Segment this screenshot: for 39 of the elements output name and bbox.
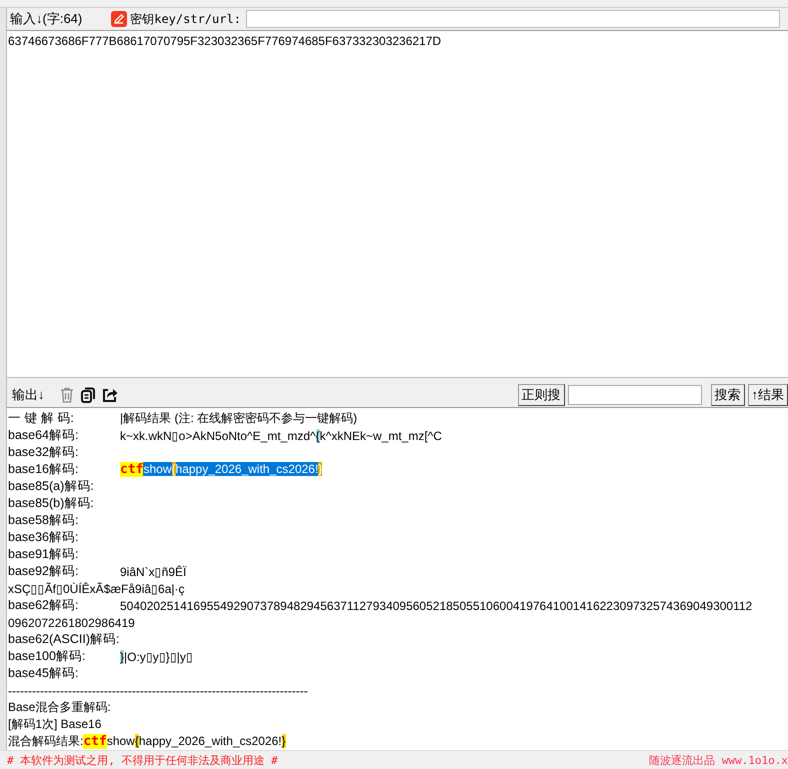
decoded-value: k~xk.wkN▯o>AkN5oNto^E_mt_mzd^{k^xkNEk~w_mt_mz[^C — [120, 428, 442, 442]
decoder-label: base32解码: — [8, 444, 80, 461]
decoder-label: base62(ASCII)解码: — [8, 631, 120, 648]
decoder-label: base64解码: — [8, 427, 80, 444]
input-text[interactable]: 63746673686F777B68617070795F323032365F776974685F637332303236217D — [8, 34, 442, 48]
search-field[interactable] — [568, 385, 702, 405]
regex-search-button[interactable]: 正则搜 — [518, 384, 564, 406]
decoder-label: base100解码: — [8, 648, 86, 665]
decoded-value: 9iâN`x▯ñ9ÊÏ — [120, 564, 186, 578]
result-button[interactable]: ↑结果 — [748, 384, 788, 406]
copy-icon[interactable] — [80, 387, 94, 403]
output-text: Base混合多重解码: — [8, 699, 111, 716]
key-field[interactable] — [246, 10, 780, 28]
output-text: 0962072261802986419 — [8, 616, 135, 630]
trash-icon[interactable] — [60, 387, 74, 403]
decoded-value: |解码结果 (注: 在线解密密码不参与一键解码) — [120, 410, 358, 427]
decoded-value: }|O:y▯y▯}▯|y▯ — [120, 650, 193, 664]
decoder-label: base85(b)解码: — [8, 495, 95, 512]
key-label: 密钥key/str/url: — [130, 10, 241, 28]
decoder-label: 一 键 解 码: — [8, 410, 75, 427]
output-text: xSÇ▯▯Ãf▯0ÙÍÊxÃ$æFå9iâ▯6a|·ç — [8, 582, 185, 596]
decoder-label: base92解码: — [8, 563, 80, 580]
decoder-label: base85(a)解码: — [8, 478, 95, 495]
credit-text: 随波逐流出品 www.1o1o.x — [649, 752, 788, 768]
decoder-label: base62解码: — [8, 597, 80, 614]
disclaimer-text: # 本软件为测试之用, 不得用于任何非法及商业用途 # — [7, 752, 278, 768]
decoder-label: base45解码: — [8, 665, 80, 682]
decoder-label: base36解码: — [8, 529, 80, 546]
decoder-label: base58解码: — [8, 512, 80, 529]
decoded-value: 50402025141695549290737894829456371127934095605218505510600419764100141622309732574369049300112 — [120, 598, 752, 612]
pencil-icon[interactable] — [111, 11, 128, 27]
output-text: [解码1次] Base16 — [8, 716, 102, 733]
decoder-label: base16解码: — [8, 461, 80, 478]
input-label: 输入↓(字:64) — [10, 10, 82, 28]
output-text: --------------------------------------------------------------------------- — [8, 684, 308, 698]
output-label: 输出↓ — [12, 386, 44, 404]
search-button[interactable]: 搜索 — [710, 384, 744, 406]
share-icon[interactable] — [102, 387, 118, 403]
decoder-label: base91解码: — [8, 546, 80, 563]
